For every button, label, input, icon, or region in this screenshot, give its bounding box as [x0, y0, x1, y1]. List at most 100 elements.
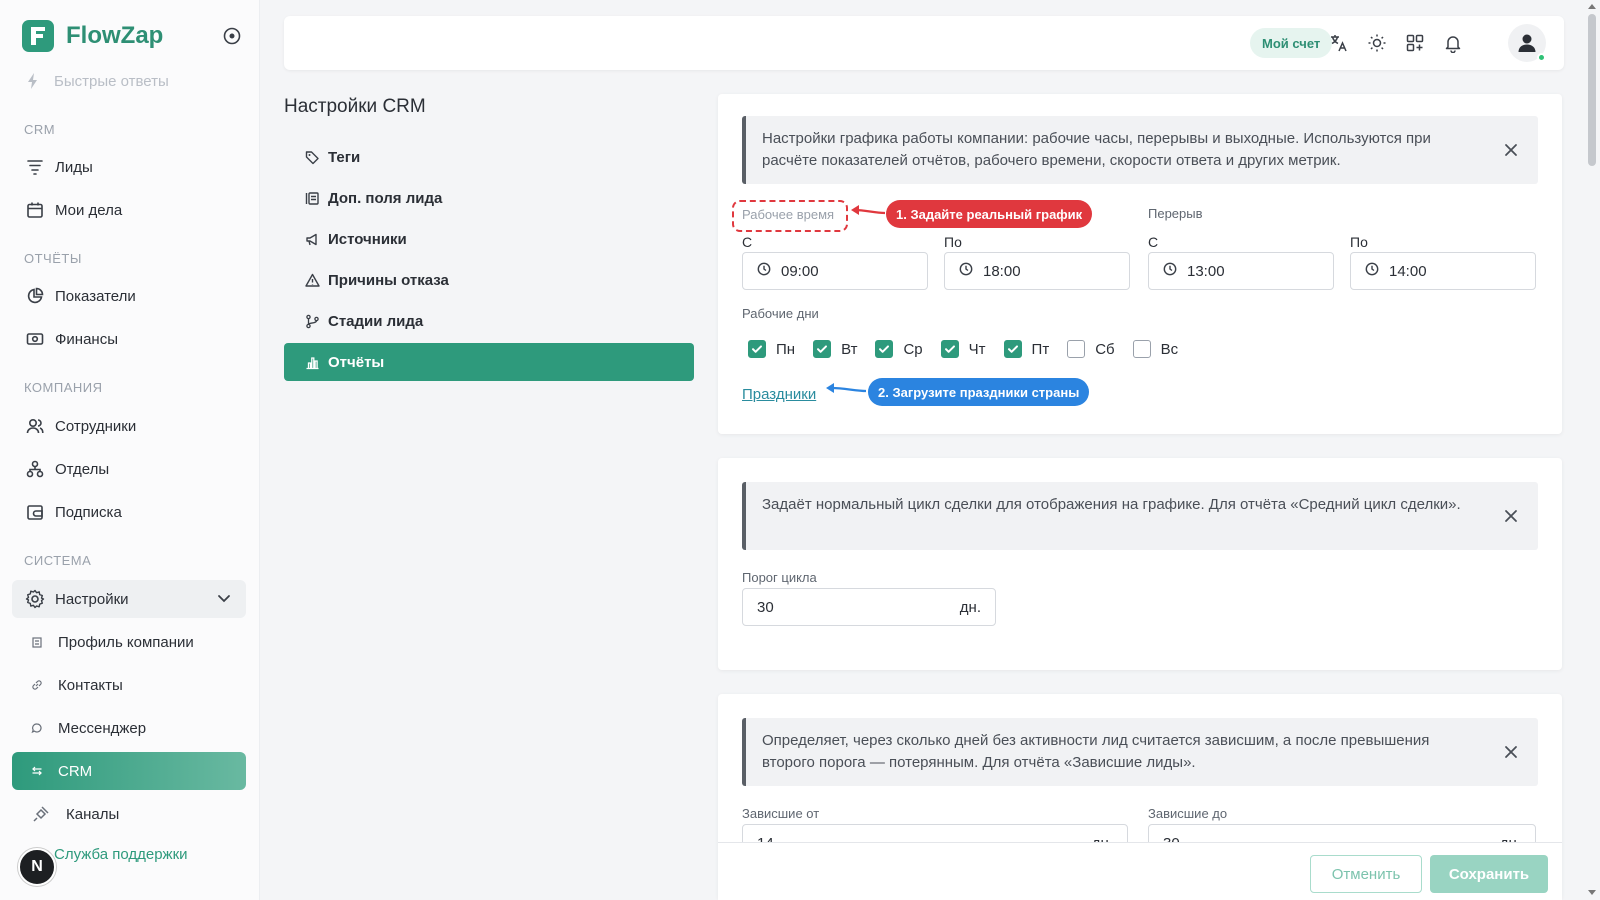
time-value: 09:00	[781, 262, 819, 280]
form-actions-bar: Отменить Сохранить	[718, 842, 1562, 900]
translate-icon[interactable]	[1328, 32, 1350, 54]
bar-chart-icon	[304, 354, 320, 370]
cancel-button[interactable]: Отменить	[1310, 855, 1422, 893]
work-days-label: Рабочие дни	[742, 306, 819, 321]
checkbox-icon	[813, 340, 832, 358]
chat-bubble-icon	[30, 721, 44, 735]
day-label: Вс	[1160, 340, 1179, 358]
section-label-crm: CRM	[24, 122, 56, 137]
link-icon	[30, 678, 44, 692]
unit-label: дн.	[959, 598, 981, 616]
support-label: Служба поддержки	[54, 846, 188, 863]
crm-menu-reports[interactable]: Отчёты	[284, 343, 694, 381]
break-to-label: По	[1350, 234, 1368, 250]
collapse-sidebar-icon[interactable]	[222, 26, 242, 46]
close-icon[interactable]	[1502, 141, 1520, 159]
scroll-up-arrow-icon[interactable]	[1588, 4, 1596, 9]
time-value: 18:00	[983, 262, 1021, 280]
sidebar-item-employees[interactable]: Сотрудники	[12, 407, 246, 445]
scroll-thumb[interactable]	[1588, 14, 1596, 166]
my-account-button[interactable]: Мой счет	[1250, 28, 1333, 58]
scroll-down-arrow-icon[interactable]	[1588, 890, 1596, 895]
form-fields-icon	[304, 190, 320, 206]
sidebar-subitem-contacts[interactable]: Контакты	[12, 666, 246, 704]
brand[interactable]: FlowZap	[22, 20, 163, 52]
flowzap-logo-icon	[22, 20, 54, 52]
day-label: Вт	[841, 340, 858, 358]
checkbox-icon	[940, 340, 959, 358]
cycle-threshold-input[interactable]: 30 дн.	[742, 588, 996, 626]
clock-icon	[757, 262, 771, 280]
sidebar-item-label: Мои дела	[55, 201, 123, 219]
crm-menu-label: Причины отказа	[328, 271, 449, 289]
day-checkbox-sun[interactable]: Вс	[1132, 340, 1179, 358]
clock-icon	[959, 262, 973, 280]
funnel-icon	[25, 157, 45, 177]
holidays-link[interactable]: Праздники	[742, 386, 816, 403]
checkbox-icon	[748, 340, 766, 358]
sidebar-item-quick-replies[interactable]: Быстрые ответы	[26, 72, 169, 90]
wallet-icon	[25, 502, 45, 522]
bell-icon[interactable]	[1442, 32, 1464, 54]
day-checkbox-mon[interactable]: Пн	[748, 340, 795, 358]
sidebar-item-label: Каналы	[66, 805, 120, 823]
crm-menu-lead-fields[interactable]: Доп. поля лида	[284, 179, 694, 217]
sidebar-item-departments[interactable]: Отделы	[12, 450, 246, 488]
warning-triangle-icon	[304, 272, 320, 288]
close-icon[interactable]	[1502, 743, 1520, 761]
sidebar-item-label: CRM	[58, 762, 93, 780]
sidebar-subitem-messenger[interactable]: Мессенджер	[12, 709, 246, 747]
apps-grid-icon[interactable]	[1404, 32, 1426, 54]
sidebar-item-label: Финансы	[55, 330, 118, 348]
top-bar: Мой счет	[284, 16, 1564, 70]
break-to-input[interactable]: 14:00	[1350, 252, 1536, 290]
day-checkbox-tue[interactable]: Вт	[813, 340, 857, 358]
day-checkbox-thu[interactable]: Чт	[940, 340, 986, 358]
day-checkbox-wed[interactable]: Ср	[875, 340, 923, 358]
schedule-info-alert: Настройки графика работы компании: рабоч…	[742, 116, 1538, 184]
close-icon[interactable]	[1502, 507, 1520, 525]
branch-icon	[304, 313, 320, 329]
sidebar-item-settings[interactable]: Настройки	[12, 580, 246, 618]
work-schedule-card: Настройки графика работы компании: рабоч…	[718, 94, 1562, 434]
crm-menu-tags[interactable]: Теги	[284, 138, 694, 176]
stale-to-label: Зависшие до	[1148, 806, 1228, 821]
theme-sun-icon[interactable]	[1366, 32, 1388, 54]
hierarchy-icon	[25, 459, 45, 479]
sidebar-item-label: Профиль компании	[58, 633, 194, 651]
sidebar-subitem-crm[interactable]: CRM	[12, 752, 246, 790]
day-checkbox-sat[interactable]: Сб	[1067, 340, 1115, 358]
sidebar-item-my-tasks[interactable]: Мои дела	[12, 191, 246, 229]
hint-load-holidays: 2. Загрузите праздники страны	[868, 378, 1090, 406]
sidebar-item-leads[interactable]: Лиды	[12, 148, 246, 186]
crm-menu-reject-reasons[interactable]: Причины отказа	[284, 261, 694, 299]
crm-menu-label: Отчёты	[328, 353, 385, 371]
sidebar-item-label: Подписка	[55, 503, 122, 521]
section-label-company: КОМПАНИЯ	[24, 380, 103, 395]
work-from-label: С	[742, 234, 753, 250]
sidebar-item-subscription[interactable]: Подписка	[12, 493, 246, 531]
page-scrollbar[interactable]	[1584, 0, 1600, 900]
day-label: Чт	[968, 340, 986, 358]
checkbox-icon	[1067, 340, 1086, 358]
sidebar-item-finance[interactable]: Финансы	[12, 320, 246, 358]
crm-menu-sources[interactable]: Источники	[284, 220, 694, 258]
crm-menu-label: Стадии лида	[328, 312, 424, 330]
user-avatar[interactable]	[1508, 24, 1546, 62]
break-from-input[interactable]: 13:00	[1148, 252, 1334, 290]
brand-name: FlowZap	[66, 22, 164, 49]
work-from-input[interactable]: 09:00	[742, 252, 928, 290]
pie-chart-icon	[25, 286, 45, 306]
work-to-input[interactable]: 18:00	[944, 252, 1130, 290]
sidebar-subitem-company-profile[interactable]: Профиль компании	[12, 623, 246, 661]
sidebar: FlowZap Быстрые ответы CRM Лиды Мои дела…	[0, 0, 260, 900]
crm-menu-lead-stages[interactable]: Стадии лида	[284, 302, 694, 340]
stale-info-alert: Определяет, через сколько дней без актив…	[742, 718, 1538, 786]
save-button[interactable]: Сохранить	[1430, 855, 1548, 893]
stale-from-label: Зависшие от	[742, 806, 820, 821]
tag-icon	[304, 149, 320, 165]
sidebar-item-metrics[interactable]: Показатели	[12, 277, 246, 315]
user-initial-avatar[interactable]: N	[18, 848, 56, 886]
sidebar-subitem-channels[interactable]: Каналы	[12, 795, 246, 833]
day-checkbox-fri[interactable]: Пт	[1003, 340, 1049, 358]
